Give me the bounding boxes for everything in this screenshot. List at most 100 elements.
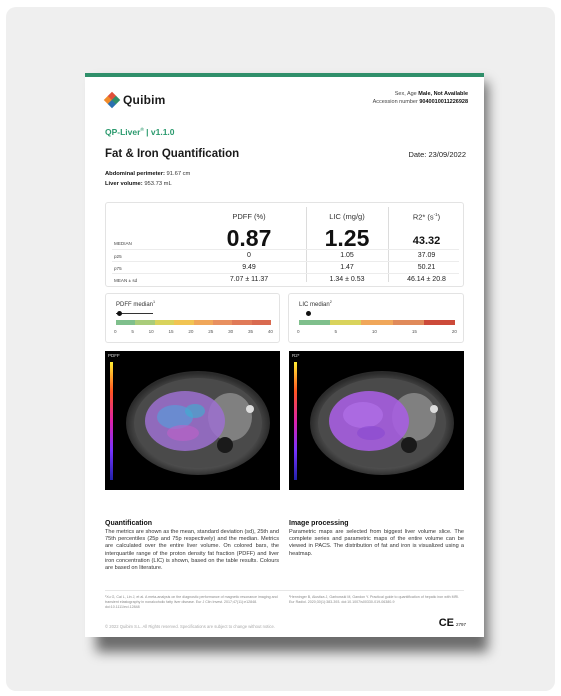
accession-value: 9040010011226928 xyxy=(419,99,468,105)
volume-value: 953.73 mL xyxy=(144,181,172,187)
pdff-bar-segment xyxy=(154,320,175,325)
product-name: QP-Liver xyxy=(105,127,141,137)
pdff-median-marker xyxy=(116,311,122,316)
volume-label: Liver volume: xyxy=(105,181,143,187)
row-divider xyxy=(112,273,459,274)
pdff-tick-label: 30 xyxy=(228,329,234,334)
pdff-tick-label: 25 xyxy=(208,329,214,334)
pdff-map-image[interactable]: PDFF xyxy=(105,351,280,490)
pdff-scale-title: PDFF median1 xyxy=(116,300,155,308)
lic-scale: LIC median2 0 5 10 15 20 xyxy=(288,293,464,343)
r2-mri-scan xyxy=(310,371,454,475)
r2-map-image[interactable]: R2* xyxy=(289,351,464,490)
r2-mean-value: 46.14 ± 20.8 xyxy=(407,276,446,283)
lic-median-marker xyxy=(306,311,312,316)
report-title: Fat & Iron Quantification xyxy=(105,148,240,160)
pdff-color-bar xyxy=(116,320,271,325)
pdff-header: PDFF (%) xyxy=(232,212,266,221)
product-version: QP-Liver® | v1.1.0 xyxy=(105,127,175,137)
lic-tick-label: 15 xyxy=(411,329,417,334)
median-row-label: MEDIAN xyxy=(114,241,132,246)
accent-bar xyxy=(85,73,484,77)
pdff-bar-segment xyxy=(251,320,271,325)
pdff-scale-ticks: 0 5 10 15 20 25 30 35 40 xyxy=(114,329,273,334)
lic-p75-value: 1.47 xyxy=(340,264,354,271)
pdff-bar-segment xyxy=(116,320,136,325)
pdff-scale-title-sup: 1 xyxy=(153,300,156,304)
lic-color-bar xyxy=(299,320,456,325)
pdff-tick-label: 15 xyxy=(168,329,174,334)
copyright-notice: © 2022 Quibim S.L. All Rights reserved. … xyxy=(105,624,275,629)
pdff-tick-label: 0 xyxy=(114,329,117,334)
r2-p25-value: 37.09 xyxy=(417,252,436,259)
quantification-text: The metrics are shown as the mean, stand… xyxy=(105,529,279,572)
image-processing-text: Parametric maps are selected from bigges… xyxy=(289,529,464,557)
patient-meta: Sex, Age Male, Not Available Accession n… xyxy=(373,90,468,106)
abdominal-perimeter: Abdominal perimeter: 91.67 cm xyxy=(105,171,190,177)
accession-label: Accession number xyxy=(372,99,418,105)
pdff-mri-scan xyxy=(126,371,270,475)
p25-row-label: p25 xyxy=(114,254,122,259)
results-table: PDFF (%) LIC (mg/g) R2* (s-1) MEDIAN 0.8… xyxy=(105,202,464,287)
perimeter-value: 91.67 cm xyxy=(166,171,191,177)
pdff-scale-title-text: PDFF median xyxy=(116,302,154,308)
ce-number: 2797 xyxy=(455,622,466,627)
r2-colorbar xyxy=(294,362,297,480)
r2-median-value: 43.32 xyxy=(412,235,441,247)
p75-row-label: p75 xyxy=(114,266,122,271)
lic-p25-value: 1.05 xyxy=(340,252,354,259)
pdff-median-value: 0.87 xyxy=(226,225,272,251)
pdff-mean-value: 7.07 ± 11.37 xyxy=(229,276,269,283)
lic-bar-segment xyxy=(330,320,362,325)
lic-scale-title-sup: 2 xyxy=(329,300,332,304)
lic-bar-segment xyxy=(361,320,393,325)
brand-logo: Quibim xyxy=(103,91,166,109)
sex-age-value: Male, Not Available xyxy=(418,91,468,97)
mean-row-label: MEAN ± sd xyxy=(114,278,138,283)
lic-median-value: 1.25 xyxy=(324,225,370,251)
liver-volume: Liver volume: 953.73 mL xyxy=(105,181,172,187)
lic-tick-label: 20 xyxy=(451,329,457,334)
r2-image-label: R2* xyxy=(292,353,300,358)
report-date: Date: 23/09/2022 xyxy=(408,150,466,159)
sex-age-label: Sex, Age xyxy=(394,91,417,97)
brand-name: Quibim xyxy=(123,93,166,107)
r2-header-text: R2* (s xyxy=(412,212,434,222)
pdff-bar-segment xyxy=(212,320,233,325)
lic-tick-label: 0 xyxy=(297,329,300,334)
r2-header-end: ) xyxy=(437,212,441,222)
product-registered: ® xyxy=(140,127,144,133)
lic-scale-ticks: 0 5 10 15 20 xyxy=(297,329,457,334)
ce-certification: CE 2797 xyxy=(439,617,466,629)
pdff-bar-segment xyxy=(135,320,155,325)
pdff-tick-label: 20 xyxy=(188,329,194,334)
row-divider xyxy=(112,249,459,250)
pdff-tick-label: 40 xyxy=(267,329,273,334)
lic-bar-segment xyxy=(392,320,424,325)
perimeter-label: Abdominal perimeter: xyxy=(105,171,165,177)
footer-divider xyxy=(105,590,464,591)
lic-mean-value: 1.34 ± 0.53 xyxy=(329,276,365,283)
pdff-tick-label: 10 xyxy=(148,329,154,334)
lic-scale-title-text: LIC median xyxy=(299,302,330,308)
report-page[interactable]: Quibim Sex, Age Male, Not Available Acce… xyxy=(85,73,484,637)
reference-1: ¹Xu G, Cai L, Lin J, et al. A meta-analy… xyxy=(105,595,278,609)
lic-scale-title: LIC median2 xyxy=(299,300,332,308)
pdff-image-label: PDFF xyxy=(108,353,120,358)
pdff-scale: PDFF median1 0 5 10 15 20 25 30 35 40 xyxy=(105,293,280,343)
pdff-tick-label: 5 xyxy=(131,329,134,334)
pdff-p25-value: 0 xyxy=(247,252,251,259)
pdff-bar-segment xyxy=(174,320,194,325)
r2-header: R2* (s-1) xyxy=(388,212,465,222)
pdff-bar-segment xyxy=(232,320,252,325)
pdff-colorbar xyxy=(110,362,113,480)
quibim-logo-icon xyxy=(103,91,121,109)
lic-bar-segment xyxy=(423,320,456,325)
lic-tick-label: 5 xyxy=(334,329,337,334)
ce-mark-icon: CE xyxy=(438,617,454,629)
pdff-p75-value: 9.49 xyxy=(242,264,256,271)
lic-bar-segment xyxy=(299,320,331,325)
quantification-heading: Quantification xyxy=(105,520,153,527)
lic-tick-label: 10 xyxy=(371,329,377,334)
lic-header: LIC (mg/g) xyxy=(329,212,365,221)
